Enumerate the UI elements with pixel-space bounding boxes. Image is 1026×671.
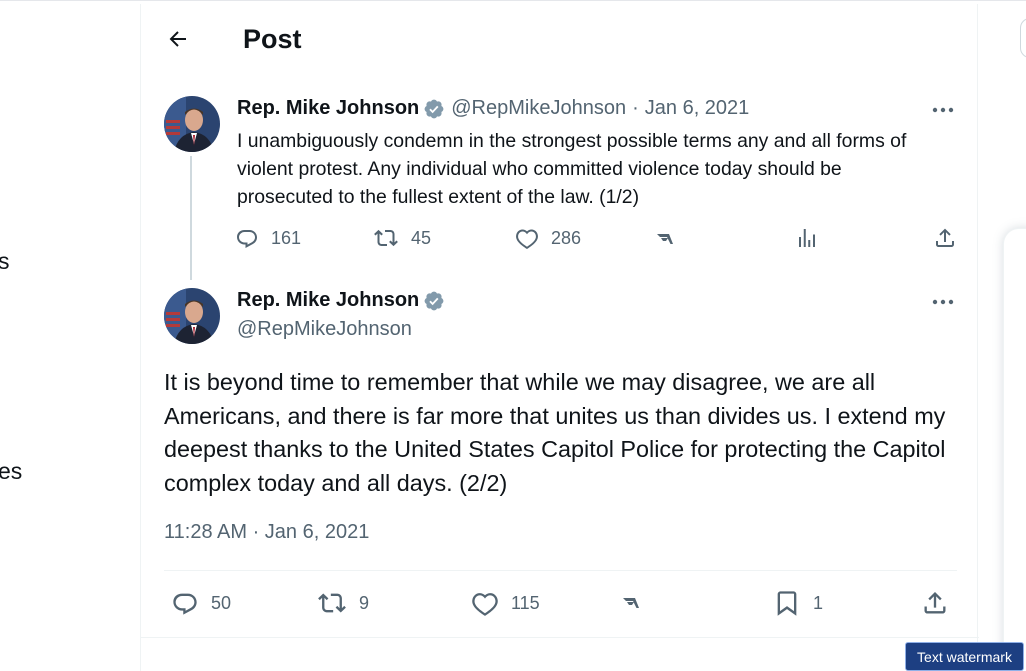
like-count: 115	[511, 592, 540, 613]
reply-icon	[237, 230, 257, 248]
reply-count: 50	[211, 592, 232, 613]
more-options-button[interactable]	[928, 292, 958, 312]
reply-count: 161	[271, 227, 302, 248]
verified-badge-icon	[424, 99, 444, 118]
post-date[interactable]: Jan 6, 2021	[645, 97, 750, 120]
avatar[interactable]	[164, 288, 220, 344]
author-name[interactable]: Rep. Mike Johnson	[237, 97, 419, 120]
repost-icon	[318, 593, 346, 613]
sidebar-card-fragment	[1003, 228, 1026, 671]
author-handle[interactable]: @RepMikeJohnson	[451, 97, 626, 120]
more-icon	[932, 107, 954, 113]
page-title: Post	[243, 24, 302, 54]
like-button[interactable]: 286	[515, 226, 581, 250]
avatar-image	[164, 96, 220, 152]
reply-button[interactable]: 161	[235, 226, 301, 250]
avatar-image	[164, 288, 220, 344]
bookmark-icon	[777, 591, 797, 616]
like-count: 286	[551, 227, 582, 248]
verified-badge-icon	[424, 291, 444, 310]
share-button[interactable]	[933, 226, 957, 250]
page-header: Post	[141, 4, 979, 76]
bookmark-button[interactable]: 1	[773, 589, 823, 617]
analytics-icon	[799, 229, 815, 247]
back-button[interactable]	[163, 24, 193, 54]
repost-icon	[374, 229, 398, 247]
more-icon	[932, 299, 954, 305]
page: s es Post Rep. Mike Johnson @RepMikeJohn…	[0, 0, 1026, 671]
post-timestamp[interactable]: 11:28 AM · Jan 6, 2021	[164, 521, 369, 544]
bookmark-count: 1	[813, 592, 824, 613]
view-analytics-button[interactable]	[795, 226, 819, 250]
search-box-fragment[interactable]	[1020, 18, 1026, 58]
author-handle[interactable]: @RepMikeJohnson	[237, 318, 412, 341]
grok-icon	[623, 598, 639, 608]
post-text: It is beyond time to remember that while…	[164, 369, 946, 496]
divider	[164, 570, 957, 571]
repost-count: 45	[411, 227, 432, 248]
watermark: Text watermark	[905, 642, 1024, 671]
share-icon	[924, 592, 946, 614]
nav-item-fragment[interactable]: s	[0, 248, 10, 275]
nav-item-fragment[interactable]: es	[0, 458, 22, 485]
share-button[interactable]	[921, 589, 949, 617]
like-icon	[516, 229, 538, 249]
separator-dot: ·	[632, 97, 639, 119]
tweet1-header: Rep. Mike Johnson @RepMikeJohnson · Jan …	[237, 97, 749, 120]
main-column: Post Rep. Mike Johnson @RepMikeJohnson ·…	[140, 4, 979, 671]
share-icon	[936, 228, 954, 247]
post-text: I unambiguously condemn in the strongest…	[237, 130, 907, 208]
like-button[interactable]: 115	[471, 589, 540, 617]
tweet2-header: Rep. Mike Johnson	[237, 289, 445, 312]
post-actions: 161 45 286	[235, 226, 957, 256]
reply-icon	[173, 593, 197, 615]
grok-button[interactable]	[655, 229, 675, 249]
grok-button[interactable]	[621, 593, 641, 613]
repost-button[interactable]: 45	[373, 226, 431, 250]
like-icon	[472, 593, 498, 616]
reply-button[interactable]: 50	[171, 589, 231, 617]
author-name[interactable]: Rep. Mike Johnson	[237, 289, 419, 312]
divider	[141, 637, 979, 638]
repost-button[interactable]: 9	[317, 589, 369, 617]
avatar[interactable]	[164, 96, 220, 152]
more-options-button[interactable]	[928, 100, 958, 120]
repost-count: 9	[359, 592, 370, 613]
back-arrow-icon	[169, 31, 186, 47]
post-actions: 50 9 115 1	[171, 589, 961, 621]
grok-icon	[657, 234, 673, 244]
thread-connector	[190, 156, 192, 280]
